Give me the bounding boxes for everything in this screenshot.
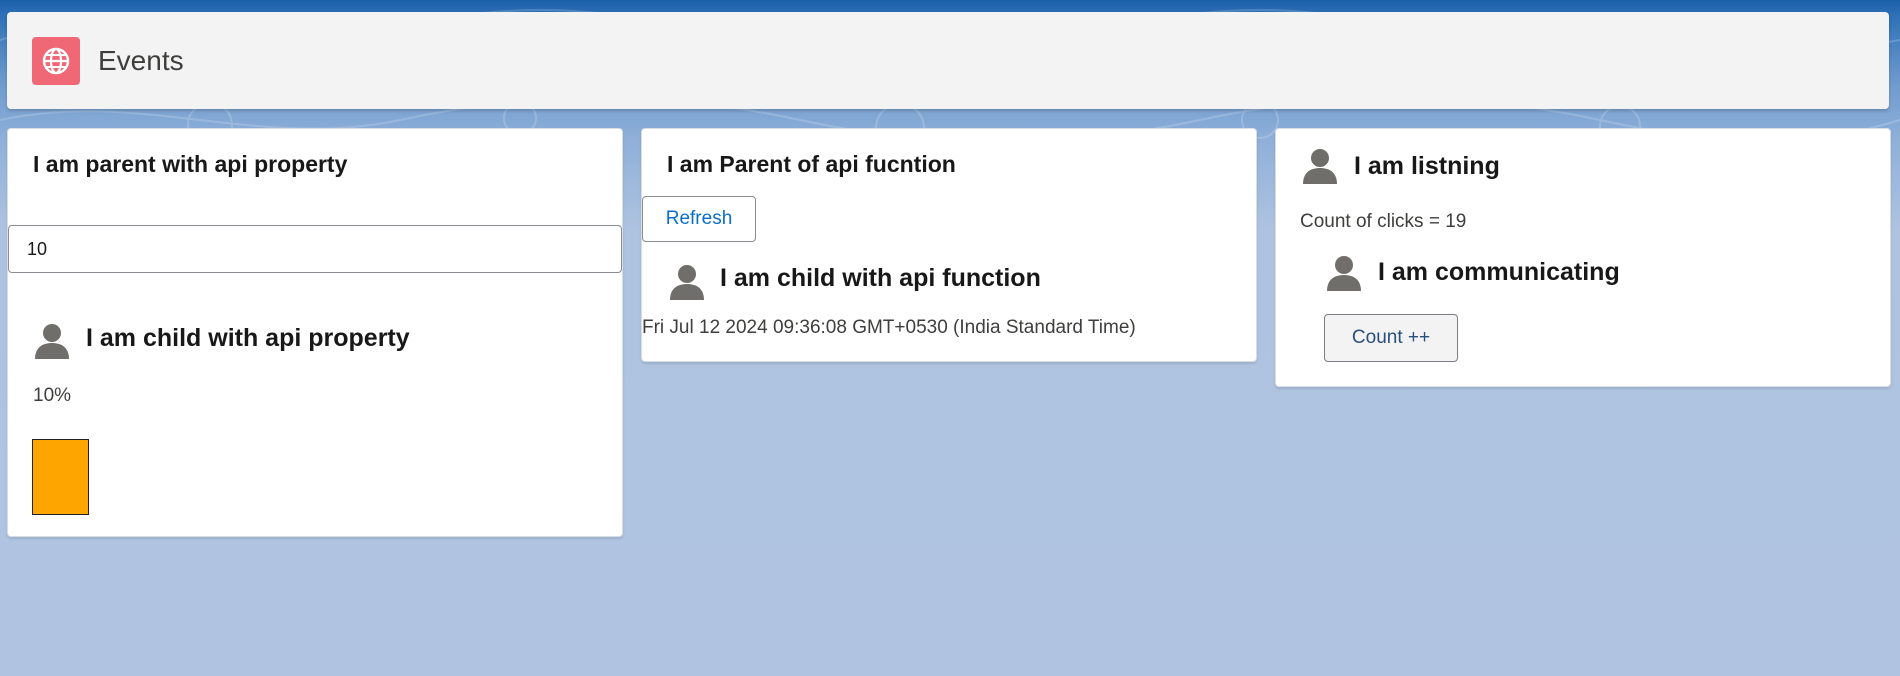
page-title: Events [98, 44, 184, 76]
parent-api-property-card: I am parent with api property I am child… [7, 128, 623, 537]
globe-icon [32, 36, 80, 85]
person-icon [1327, 256, 1361, 291]
progress-bar-fill [33, 440, 88, 514]
refresh-button[interactable]: Refresh [642, 196, 756, 242]
child-title: I am child with api function [720, 264, 1041, 292]
percentage-input[interactable] [8, 225, 622, 273]
person-icon [35, 324, 69, 359]
page-header: Events [7, 12, 1889, 109]
card-title: I am parent with api property [33, 151, 348, 177]
parent-api-function-card: I am Parent of api fucntion Refresh I am… [641, 128, 1257, 362]
child-title: I am communicating [1378, 258, 1620, 286]
click-count-text: Count of clicks = 19 [1300, 211, 1467, 232]
count-increment-button[interactable]: Count ++ [1324, 314, 1458, 362]
person-icon [1303, 149, 1337, 184]
card-title: I am listning [1354, 152, 1500, 180]
person-icon [670, 265, 704, 300]
card-title: I am Parent of api fucntion [667, 151, 956, 177]
progress-bar [32, 439, 89, 515]
listener-card: I am listning Count of clicks = 19 I am … [1275, 128, 1891, 387]
timestamp-text: Fri Jul 12 2024 09:36:08 GMT+0530 (India… [642, 317, 1136, 338]
child-title: I am child with api property [86, 324, 410, 352]
percentage-label: 10% [33, 385, 72, 406]
